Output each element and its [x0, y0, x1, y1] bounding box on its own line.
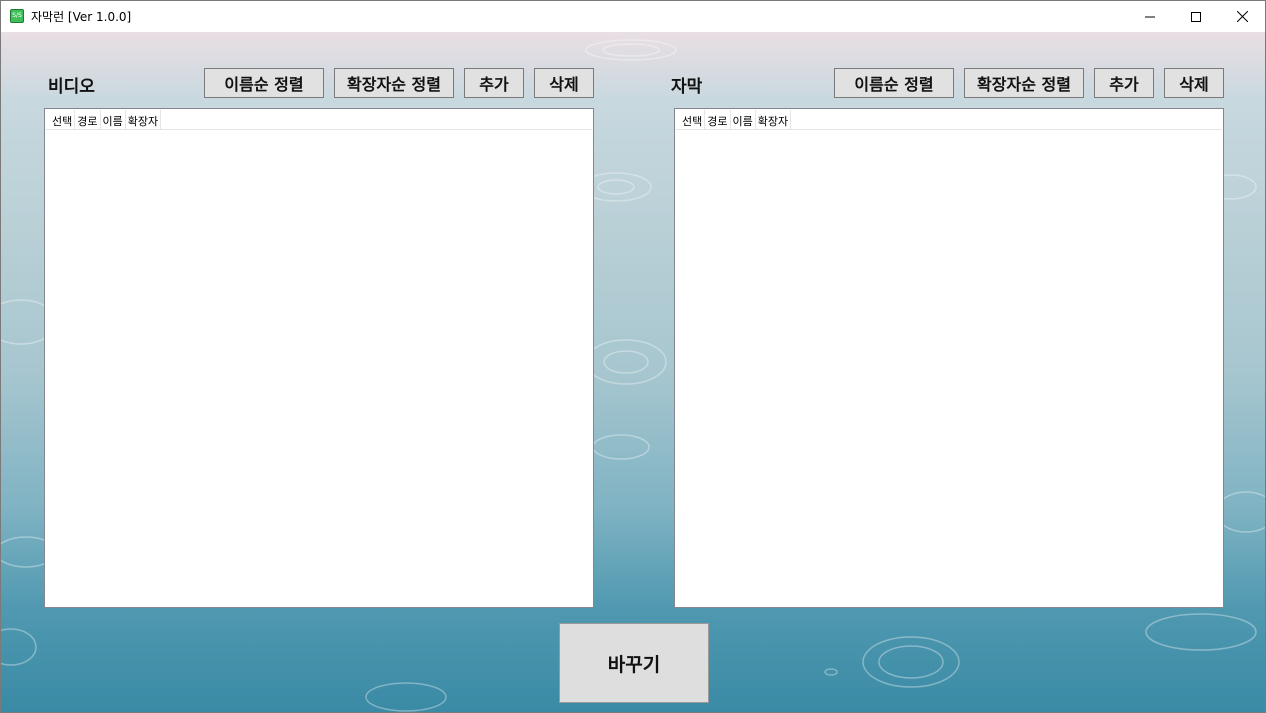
- title-bar[interactable]: S/S 자막런 [Ver 1.0.0]: [1, 1, 1265, 32]
- minimize-icon: [1145, 16, 1155, 17]
- maximize-icon: [1191, 11, 1201, 22]
- subtitle-sort-name-button[interactable]: 이름순 정렬: [834, 68, 954, 98]
- column-extension[interactable]: 확장자: [756, 110, 792, 130]
- subtitle-delete-button[interactable]: 삭제: [1164, 68, 1224, 98]
- subtitle-app-icon: S/S: [10, 9, 24, 23]
- column-path[interactable]: 경로: [705, 110, 731, 130]
- change-button[interactable]: 바꾸기: [559, 623, 709, 703]
- column-path[interactable]: 경로: [75, 110, 101, 130]
- close-button[interactable]: [1219, 1, 1265, 32]
- subtitle-sort-ext-button[interactable]: 확장자순 정렬: [964, 68, 1084, 98]
- video-sort-name-button[interactable]: 이름순 정렬: [204, 68, 324, 98]
- video-list-header: 선택 경로 이름 확장자: [46, 110, 592, 130]
- video-add-button[interactable]: 추가: [464, 68, 524, 98]
- subtitle-list-header: 선택 경로 이름 확장자: [676, 110, 1222, 130]
- video-delete-button[interactable]: 삭제: [534, 68, 594, 98]
- minimize-button[interactable]: [1127, 1, 1173, 32]
- video-section-label: 비디오: [48, 77, 95, 97]
- column-name[interactable]: 이름: [731, 110, 756, 130]
- app-window: S/S 자막런 [Ver 1.0.0] 비디오 이름순 정렬 확장자순 정렬 추…: [0, 0, 1266, 713]
- column-extension[interactable]: 확장자: [126, 110, 162, 130]
- column-select[interactable]: 선택: [46, 110, 76, 130]
- close-icon: [1236, 11, 1248, 22]
- column-select[interactable]: 선택: [676, 110, 706, 130]
- video-file-list[interactable]: 선택 경로 이름 확장자: [44, 108, 594, 608]
- main-content: 비디오 이름순 정렬 확장자순 정렬 추가 삭제 선택 경로 이름 확장자 자막…: [1, 32, 1265, 712]
- subtitle-add-button[interactable]: 추가: [1094, 68, 1154, 98]
- subtitle-file-list[interactable]: 선택 경로 이름 확장자: [674, 108, 1224, 608]
- window-title: 자막런 [Ver 1.0.0]: [31, 10, 132, 24]
- column-name[interactable]: 이름: [101, 110, 126, 130]
- subtitle-section-label: 자막: [671, 77, 703, 97]
- maximize-button[interactable]: [1173, 1, 1219, 32]
- video-sort-ext-button[interactable]: 확장자순 정렬: [334, 68, 454, 98]
